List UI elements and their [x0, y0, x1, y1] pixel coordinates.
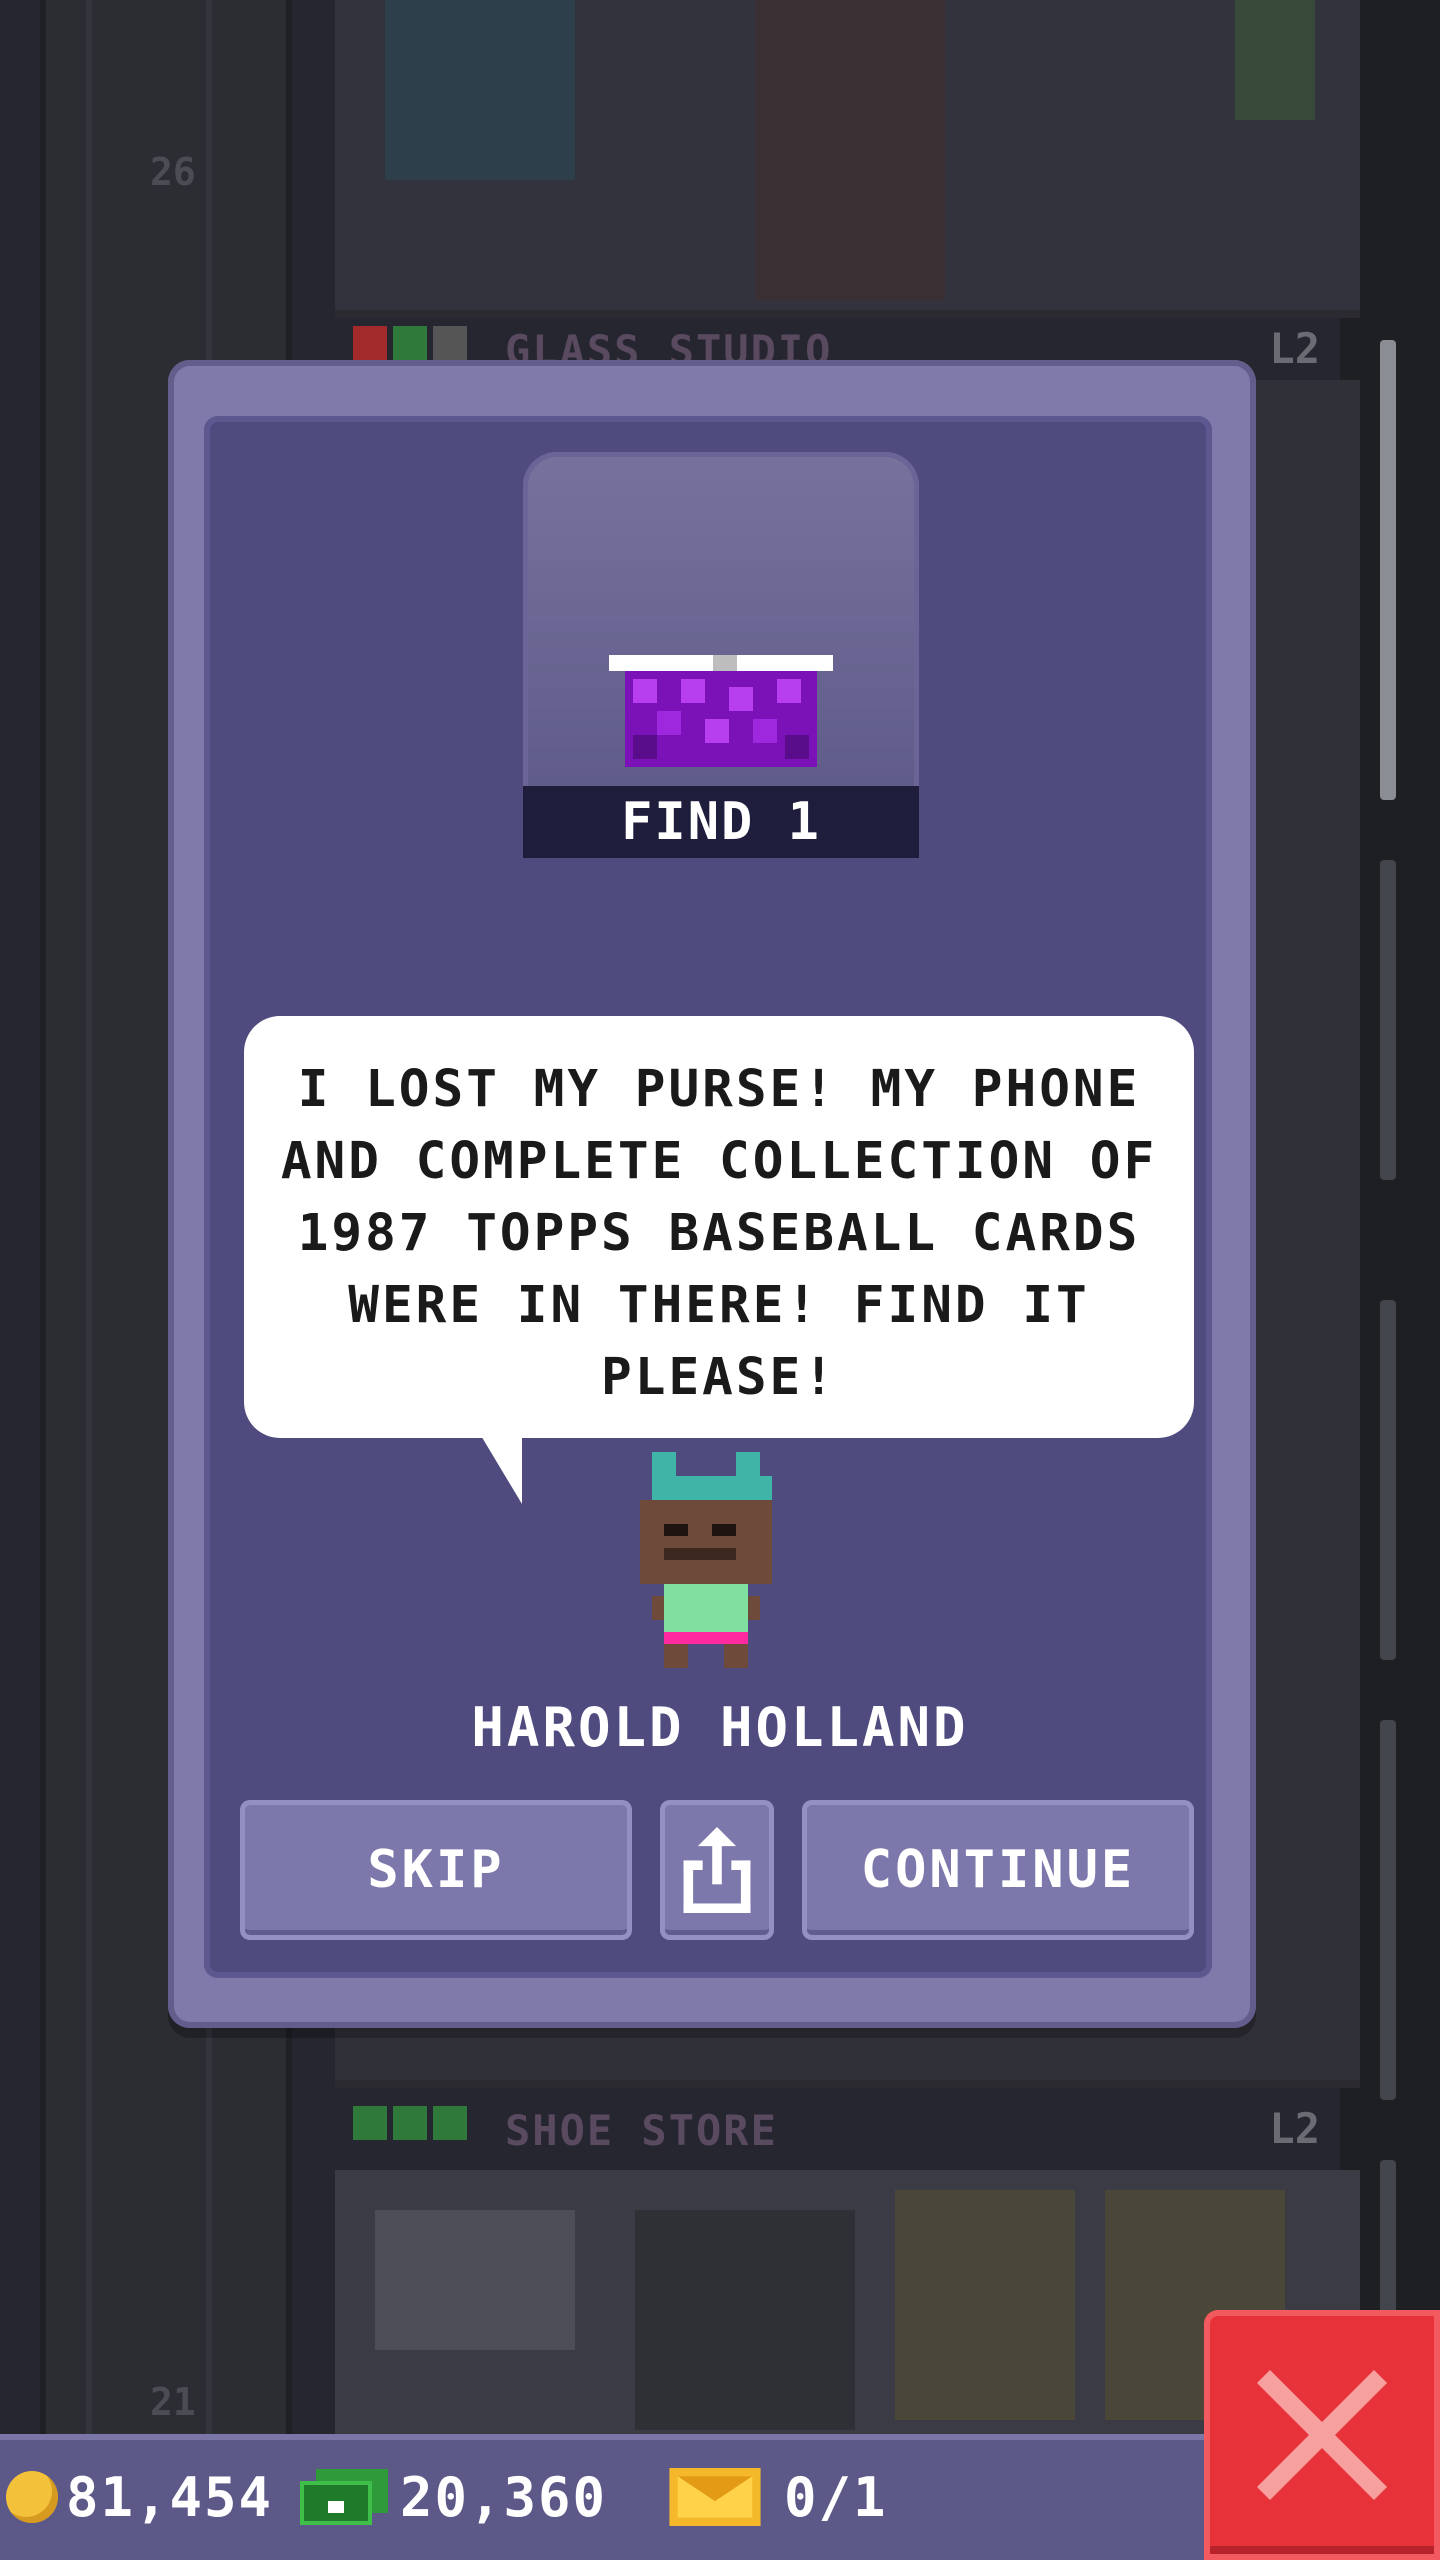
floor-level: L2	[1269, 324, 1320, 373]
close-icon	[1257, 2370, 1387, 2500]
tickets-display: 0/1	[668, 2462, 888, 2532]
mission-item-card: FIND 1	[523, 452, 919, 858]
mission-message: I LOST MY PURSE! MY PHONE AND COMPLETE C…	[280, 1060, 1158, 1407]
skip-button-label: SKIP	[367, 1840, 505, 1900]
floor-glass-studio-scene	[335, 0, 1360, 318]
speech-bubble: I LOST MY PURSE! MY PHONE AND COMPLETE C…	[244, 1016, 1194, 1438]
floor-number: 21	[150, 2380, 196, 2424]
floor-name: SHOE STORE	[505, 2106, 778, 2155]
purse-icon	[609, 655, 833, 767]
floor-level: L2	[1269, 2104, 1320, 2153]
bux-icon	[300, 2469, 388, 2525]
character-name: HAROLD HOLLAND	[471, 1696, 969, 1759]
character-sprite	[640, 1452, 772, 1668]
continue-button-label: CONTINUE	[860, 1840, 1136, 1900]
floor-number: 26	[150, 150, 196, 194]
item-status-label: FIND 1	[523, 786, 919, 858]
floor-status-icons	[353, 326, 467, 360]
coin-icon	[6, 2471, 58, 2523]
share-button[interactable]	[660, 1800, 774, 1940]
speech-bubble-tail	[480, 1434, 522, 1504]
bux-value: 20,360	[400, 2465, 608, 2529]
coins-value: 81,454	[66, 2465, 274, 2529]
skip-button[interactable]: SKIP	[240, 1800, 632, 1940]
coins-display: 81,454	[6, 2462, 273, 2532]
ticket-icon	[669, 2468, 761, 2526]
bux-display: 20,360	[300, 2462, 607, 2532]
close-button[interactable]	[1204, 2310, 1440, 2560]
tickets-value: 0/1	[784, 2465, 888, 2529]
floor-status-icons	[353, 2106, 467, 2140]
continue-button[interactable]: CONTINUE	[802, 1800, 1194, 1940]
share-icon	[683, 1827, 751, 1913]
